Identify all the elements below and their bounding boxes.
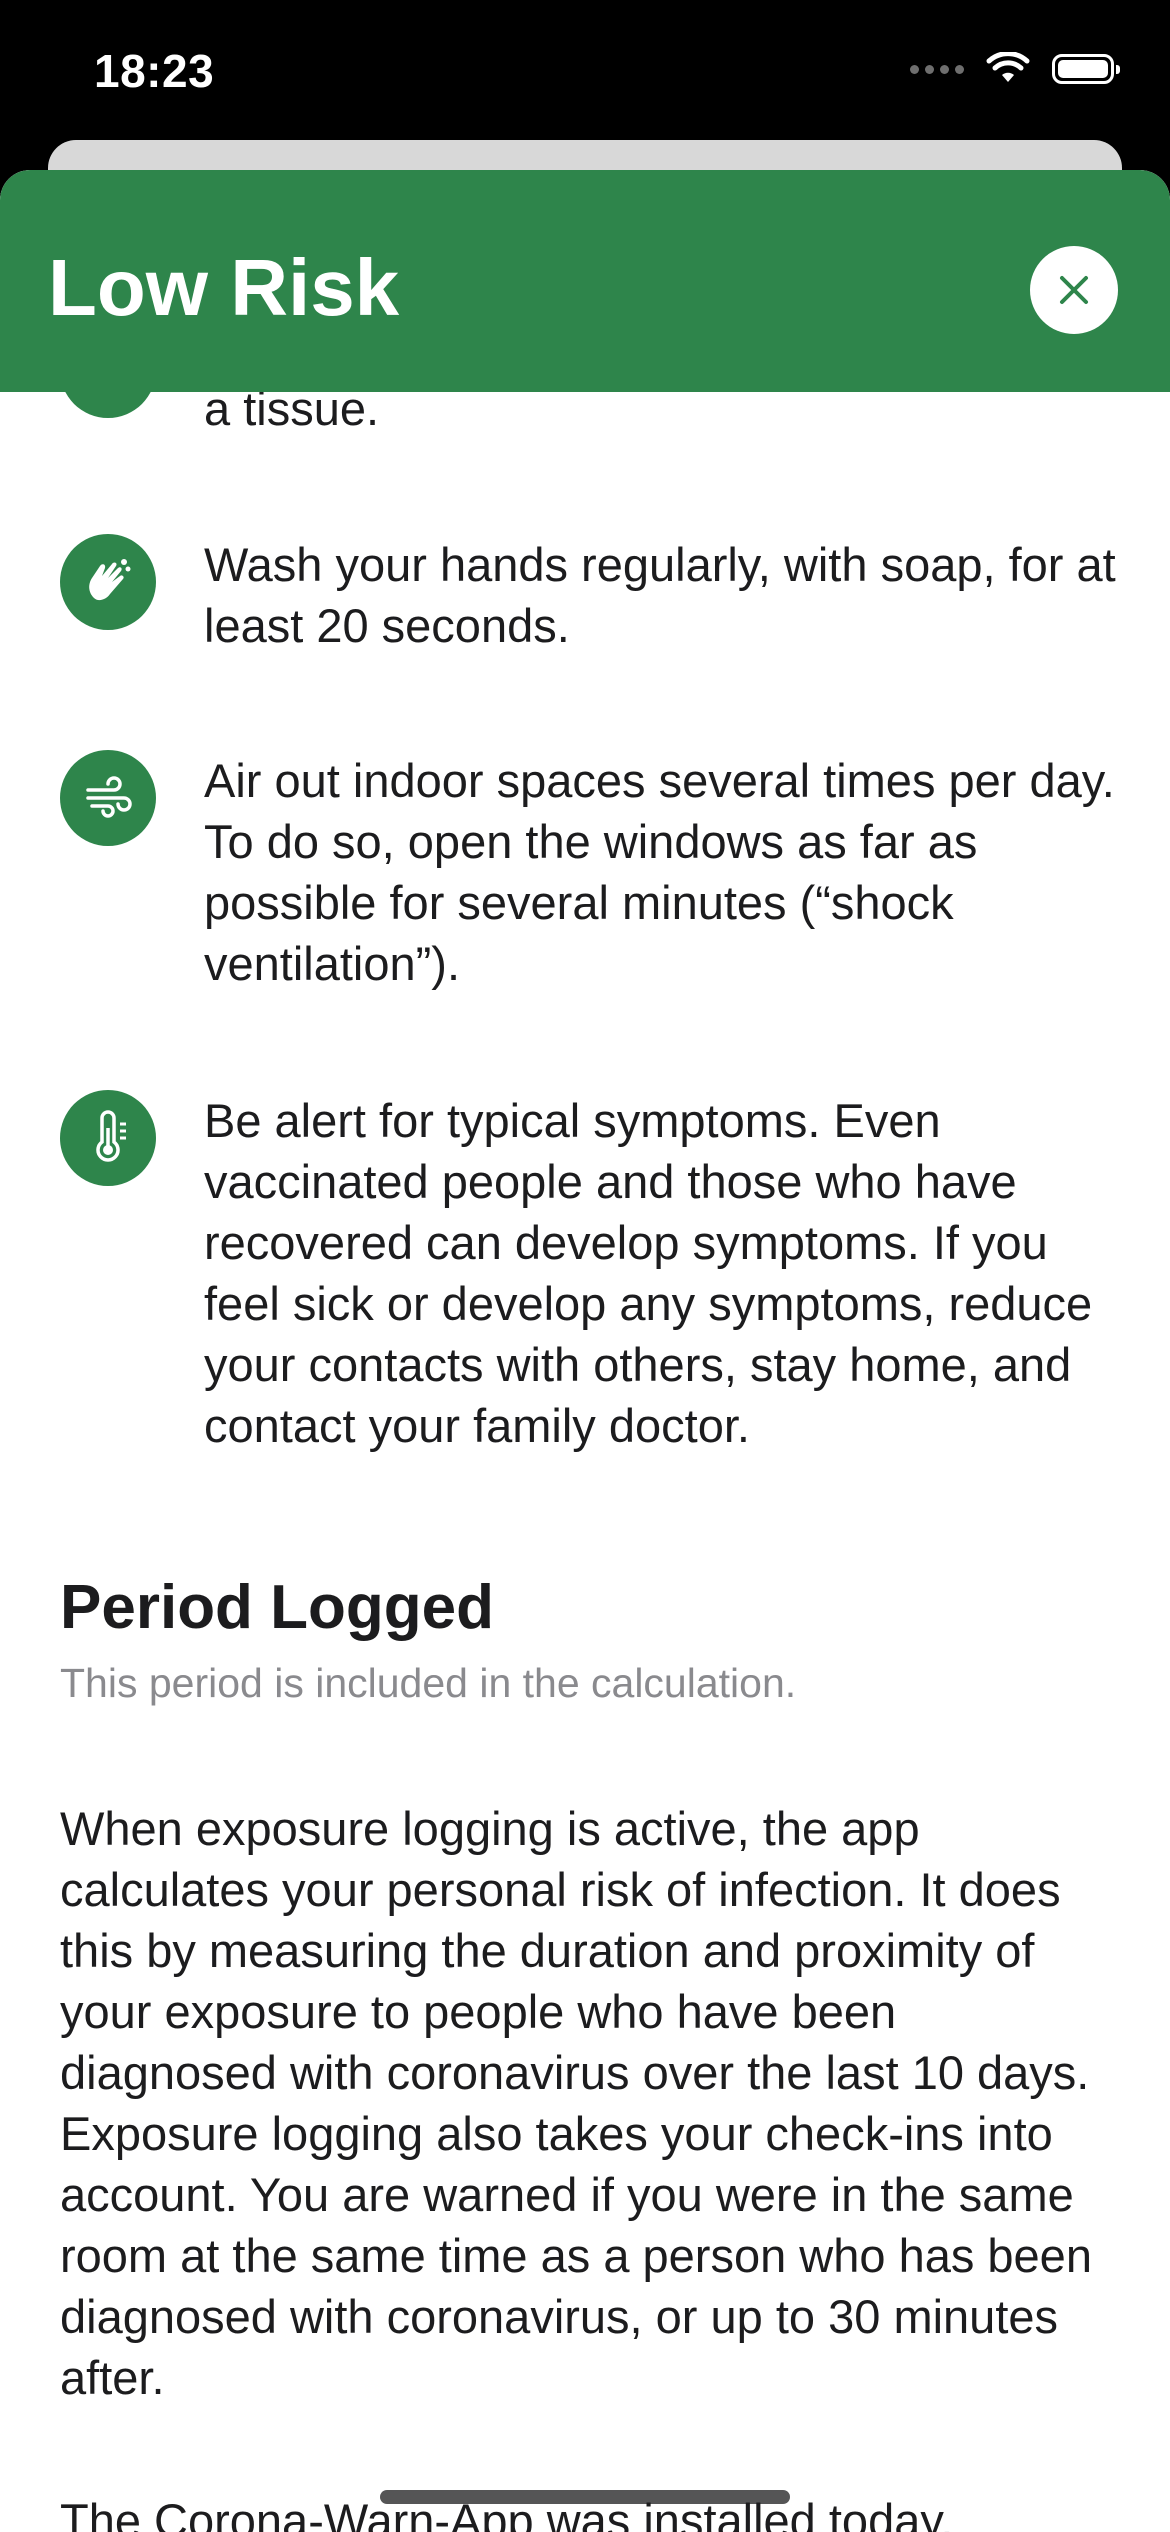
- home-indicator[interactable]: [380, 2490, 790, 2504]
- tip-text: Be alert for typical symptoms. Even vacc…: [204, 1094, 1093, 1452]
- status-indicators: [910, 52, 1120, 86]
- section-subtitle: This period is included in the calculati…: [60, 1660, 797, 1706]
- section-title: Period Logged: [60, 1573, 494, 1642]
- wind-icon: [60, 750, 156, 846]
- scroll-content[interactable]: a tissue. Wash your hands regularly, wit…: [0, 170, 1170, 2532]
- page-title: Low Risk: [48, 243, 400, 332]
- status-bar: 18:23: [0, 0, 1170, 150]
- thermometer-icon: [60, 1090, 156, 1186]
- battery-icon: [1052, 54, 1120, 84]
- cellular-signal-icon: [910, 64, 964, 74]
- close-button[interactable]: [1030, 246, 1118, 334]
- status-time: 18:23: [94, 45, 215, 97]
- hand-wash-icon: [60, 534, 156, 630]
- sheet-header: Low Risk: [0, 170, 1170, 392]
- close-icon: [1060, 276, 1088, 304]
- info-paragraph: When exposure logging is active, the app…: [60, 1802, 1092, 2404]
- risk-detail-sheet[interactable]: Low Risk a tissue. Wash your hands regul…: [0, 170, 1170, 2532]
- tip-text: Wash your hands regularly, with soap, fo…: [204, 538, 1116, 652]
- tip-text: Air out indoor spaces several times per …: [204, 754, 1115, 990]
- wifi-icon: [986, 52, 1030, 82]
